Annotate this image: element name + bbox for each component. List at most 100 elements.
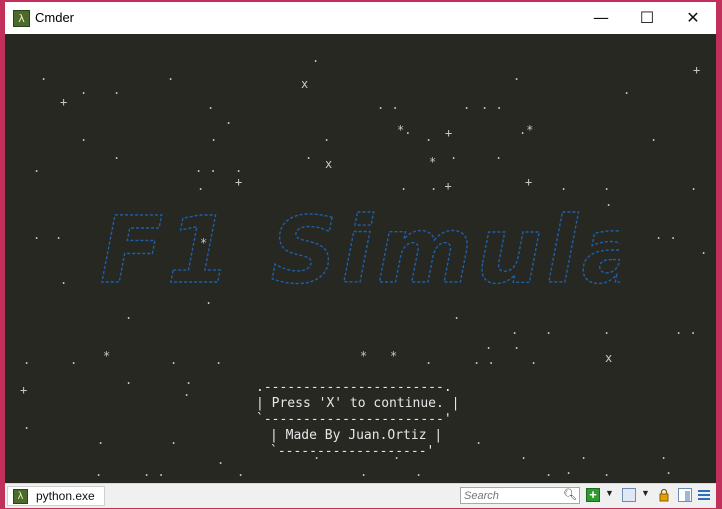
star-glyph: . [700, 243, 708, 257]
star-glyph: . [113, 83, 121, 97]
window-icon[interactable] [622, 488, 636, 502]
star-glyph: . [580, 448, 588, 462]
star-glyph: . [305, 148, 313, 162]
minimize-button[interactable]: — [578, 2, 624, 34]
star-glyph: . [183, 385, 191, 399]
star-glyph: . [511, 323, 519, 337]
star-glyph: . [603, 179, 611, 193]
star-glyph: . [185, 373, 193, 387]
lambda-icon: λ [13, 489, 28, 504]
console-tab[interactable]: λ python.exe [7, 486, 105, 506]
star-glyph: . . [195, 161, 217, 175]
console-area[interactable]: ..... x +... ... ... +... *.. +. .*.... ... x *.… [5, 34, 716, 483]
star-glyph: + [445, 126, 453, 140]
star-glyph: . . [377, 98, 399, 112]
star-glyph: . [665, 463, 673, 477]
star-glyph: . [197, 179, 205, 193]
star-glyph: . [125, 308, 133, 322]
close-button[interactable]: ✕ [670, 2, 716, 34]
dropdown-icon[interactable]: ▼ [641, 488, 650, 498]
star-glyph: . [23, 418, 31, 432]
star-glyph: + [235, 175, 243, 189]
star-glyph: . [450, 148, 458, 162]
star-glyph: . [603, 465, 611, 479]
star-glyph: . [60, 273, 68, 287]
star-glyph: . . [675, 323, 697, 337]
star-glyph: . + [430, 179, 452, 193]
star-glyph: . [217, 453, 225, 467]
star-glyph: . [513, 338, 521, 352]
star-glyph: . [513, 69, 521, 83]
star-glyph: * [390, 349, 398, 363]
star-glyph: . [33, 161, 41, 175]
star-glyph: . [545, 465, 553, 479]
star-glyph: . [312, 51, 320, 65]
star-glyph: . [415, 465, 423, 479]
star-glyph: . [237, 465, 245, 479]
star-glyph: . [660, 448, 668, 462]
star-glyph: . [97, 433, 105, 447]
star-glyph: . [125, 373, 133, 387]
star-glyph: . [23, 353, 31, 367]
minimize-icon: — [593, 8, 609, 27]
star-glyph: . [225, 113, 233, 127]
star-glyph: . [530, 353, 538, 367]
star-glyph: . [33, 228, 41, 242]
credit-box-bottom: `-------------------' [270, 444, 435, 459]
star-glyph: . [113, 148, 121, 162]
star-glyph: . [80, 130, 88, 144]
star-glyph: . [425, 353, 433, 367]
star-glyph: + [693, 63, 701, 77]
continue-prompt: | Press 'X' to continue. | [256, 396, 460, 411]
star-glyph: . [70, 353, 78, 367]
star-glyph: . [623, 83, 631, 97]
status-bar: λ python.exe 🔍︎ + ▼ ▼ [5, 483, 716, 508]
search-icon[interactable]: 🔍︎ [563, 488, 577, 501]
credit-text: | Made By Juan.Ortiz | [270, 428, 443, 443]
star-glyph: . [210, 130, 218, 144]
tab-label: python.exe [36, 489, 95, 503]
star-glyph: . [650, 130, 658, 144]
maximize-button[interactable]: ☐ [624, 2, 670, 34]
star-glyph: * [429, 155, 437, 169]
star-glyph: . . [473, 353, 495, 367]
star-glyph: . [170, 353, 178, 367]
star-glyph: . [400, 179, 408, 193]
maximize-icon: ☐ [639, 8, 655, 27]
cmder-window: λ Cmder — ☐ ✕ ..... x +... ... ... +... *.. +… [5, 2, 716, 508]
star-glyph: + [525, 175, 533, 189]
star-glyph: * [103, 349, 111, 363]
star-glyph: x [605, 351, 613, 365]
star-glyph: * [360, 349, 368, 363]
dropdown-icon[interactable]: ▼ [605, 488, 614, 498]
star-glyph: . [565, 463, 573, 477]
close-icon: ✕ [686, 8, 700, 27]
lambda-icon: λ [13, 10, 30, 27]
menu-icon[interactable] [697, 488, 711, 502]
star-glyph: . . [481, 98, 503, 112]
star-glyph: . [453, 308, 461, 322]
star-glyph: . [520, 448, 528, 462]
search-box[interactable]: 🔍︎ [460, 487, 580, 504]
star-glyph: . [560, 179, 568, 193]
star-glyph: . [463, 98, 471, 112]
star-glyph: . [55, 228, 63, 242]
star-glyph: . [207, 98, 215, 112]
search-input[interactable] [464, 488, 562, 503]
star-glyph: . [603, 323, 611, 337]
star-glyph: + [20, 383, 28, 397]
star-glyph: . [170, 433, 178, 447]
split-icon[interactable] [678, 488, 692, 502]
star-glyph: . [235, 161, 243, 175]
star-glyph: . [475, 433, 483, 447]
lock-icon[interactable] [657, 488, 671, 502]
star-glyph: . [690, 179, 698, 193]
star-glyph: x [301, 77, 309, 91]
star-glyph: . [95, 465, 103, 479]
star-glyph: . . [655, 228, 677, 242]
star-glyph: .* [519, 123, 534, 137]
new-console-icon[interactable]: + [586, 488, 600, 502]
window-title: Cmder [35, 10, 75, 25]
prompt-box-top: .-----------------------. [256, 380, 452, 395]
title-bar[interactable]: λ Cmder — ☐ ✕ [5, 2, 716, 34]
